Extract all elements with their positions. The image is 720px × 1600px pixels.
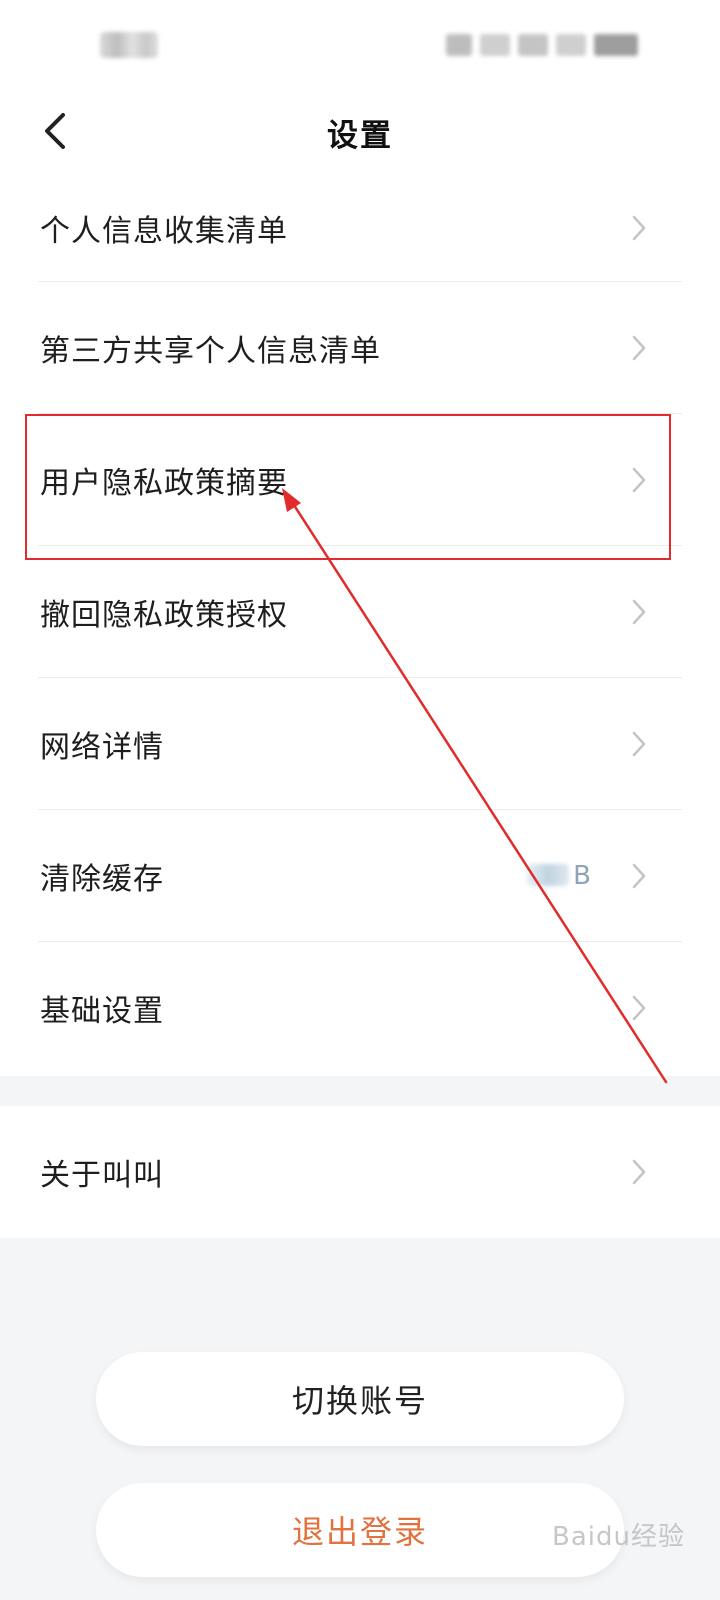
settings-item-label: 第三方共享个人信息清单	[40, 334, 381, 369]
settings-item-personal-info-list[interactable]: 个人信息收集清单	[0, 174, 720, 282]
logout-button[interactable]: 退出登录	[96, 1483, 624, 1577]
settings-item-label: 基础设置	[40, 994, 164, 1029]
about-section: 关于叫叫	[0, 1106, 720, 1238]
chevron-right-icon	[630, 861, 648, 891]
settings-item-about[interactable]: 关于叫叫	[0, 1106, 720, 1238]
page-title: 设置	[327, 118, 393, 154]
chevron-right-icon	[630, 1157, 648, 1187]
settings-item-label: 用户隐私政策摘要	[40, 466, 288, 501]
settings-item-label: 撤回隐私政策授权	[40, 598, 288, 633]
settings-item-third-party-sharing-list[interactable]: 第三方共享个人信息清单	[0, 282, 720, 414]
status-bar	[0, 0, 720, 90]
settings-item-basic-settings[interactable]: 基础设置	[0, 942, 720, 1074]
cache-size-unit: B	[573, 861, 592, 891]
settings-item-clear-cache[interactable]: 清除缓存 B	[0, 810, 720, 942]
settings-item-network-details[interactable]: 网络详情	[0, 678, 720, 810]
settings-item-privacy-policy-summary[interactable]: 用户隐私政策摘要	[0, 414, 720, 546]
settings-item-label: 网络详情	[40, 730, 164, 765]
chevron-right-icon	[630, 213, 648, 243]
chevron-right-icon	[630, 333, 648, 363]
switch-account-button[interactable]: 切换账号	[96, 1352, 624, 1446]
chevron-right-icon	[630, 597, 648, 627]
settings-item-label: 个人信息收集清单	[40, 214, 288, 249]
settings-item-label: 关于叫叫	[40, 1158, 164, 1193]
baidu-watermark: Baidu经验	[552, 1522, 685, 1552]
cache-size-value: B	[527, 861, 592, 891]
chevron-right-icon	[630, 729, 648, 759]
status-icons-blurred	[446, 34, 638, 56]
status-time-blurred	[100, 32, 158, 58]
header-bar: 设置	[0, 90, 720, 174]
settings-list: 个人信息收集清单 第三方共享个人信息清单 用户隐私政策摘要 撤回隐私政策授权 网…	[0, 174, 720, 1076]
settings-item-revoke-privacy-authorization[interactable]: 撤回隐私政策授权	[0, 546, 720, 678]
cache-size-blurred	[527, 864, 570, 886]
chevron-right-icon	[630, 993, 648, 1023]
settings-item-label: 清除缓存	[40, 862, 164, 897]
chevron-right-icon	[630, 465, 648, 495]
